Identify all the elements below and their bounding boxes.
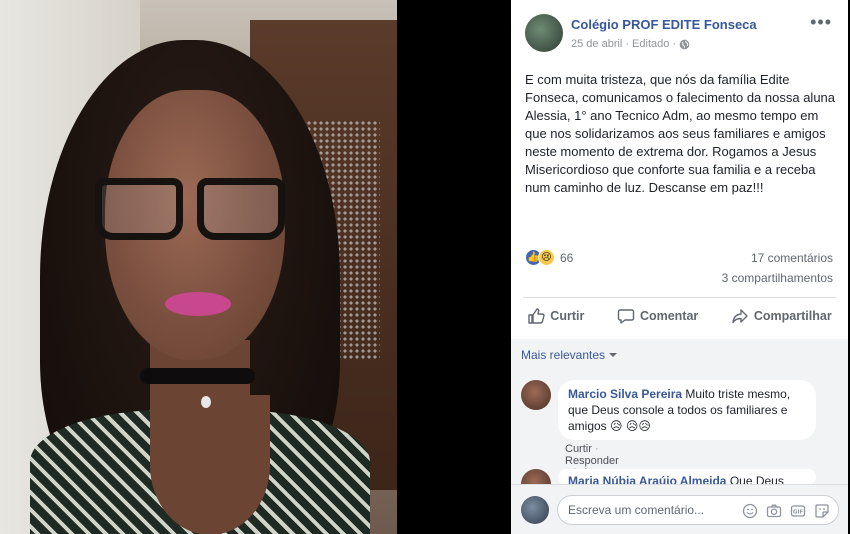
composer-icons: GIF xyxy=(742,503,830,519)
post-meta: 25 de abril · Editado · xyxy=(571,38,690,50)
like-button-label: Curtir xyxy=(550,309,585,323)
meta-separator: · xyxy=(625,38,630,50)
globe-icon[interactable] xyxy=(679,39,690,50)
edited-label[interactable]: Editado xyxy=(632,38,669,50)
svg-text:GIF: GIF xyxy=(793,510,804,516)
comment-bubble: Marcio Silva Pereira Muito triste mesmo,… xyxy=(558,380,816,440)
comment-item: Maria Núbia Araújo Almeida Que Deus xyxy=(521,469,831,485)
meta-separator-2: · xyxy=(672,38,677,50)
share-button[interactable]: Compartilhar xyxy=(731,307,832,325)
reactions-summary[interactable]: 👍 😢 66 xyxy=(525,249,573,266)
like-button[interactable]: Curtir xyxy=(527,307,584,325)
post-date[interactable]: 25 de abril xyxy=(571,38,622,50)
photo-glasses xyxy=(95,178,285,242)
photo-choker xyxy=(140,368,255,384)
gif-icon[interactable]: GIF xyxy=(790,503,806,519)
photo-pendant xyxy=(201,396,211,408)
commenter-avatar[interactable] xyxy=(521,469,551,485)
thumbs-up-icon xyxy=(528,308,545,324)
comment-button-label: Comentar xyxy=(639,309,699,323)
sad-reaction-icon: 😢 xyxy=(538,249,555,266)
comment-composer: Escreva um comentário... GIF xyxy=(511,484,848,534)
user-avatar[interactable] xyxy=(521,496,549,524)
comment-bubble: Maria Núbia Araújo Almeida Que Deus xyxy=(558,469,816,485)
share-button-label: Compartilhar xyxy=(753,309,832,323)
comment-reply-link[interactable]: Responder xyxy=(565,455,619,467)
chevron-down-icon xyxy=(609,353,618,357)
reactions-count[interactable]: 66 xyxy=(560,251,573,265)
more-options-icon[interactable]: ••• xyxy=(810,13,832,31)
page-avatar[interactable] xyxy=(525,14,563,52)
post-body-text: E com muita tristeza, que nós da família… xyxy=(525,72,836,195)
commenter-avatar[interactable] xyxy=(521,380,551,410)
comments-count-link[interactable]: 17 comentários xyxy=(751,251,833,265)
comment-sort-label: Mais relevantes xyxy=(521,348,606,362)
camera-icon[interactable] xyxy=(766,503,782,519)
comment-like-link[interactable]: Curtir xyxy=(565,443,592,455)
comment-author-link[interactable]: Marcio Silva Pereira xyxy=(568,387,682,401)
shares-count-link[interactable]: 3 compartilhamentos xyxy=(722,271,833,285)
sticker-icon[interactable] xyxy=(814,503,830,519)
page-name-link[interactable]: Colégio PROF EDITE Fonseca xyxy=(571,17,757,32)
post-photo[interactable] xyxy=(0,0,397,534)
share-arrow-icon xyxy=(732,309,748,324)
comment-icon xyxy=(617,309,635,324)
emoji-icon[interactable] xyxy=(742,503,758,519)
photo-lips xyxy=(165,292,231,316)
photo-chest xyxy=(150,395,270,534)
post-actions-bar: Curtir Comentar Compartilhar xyxy=(511,297,848,335)
comment-button[interactable]: Comentar xyxy=(617,307,698,325)
comment-sort-dropdown[interactable]: Mais relevantes xyxy=(521,348,618,362)
post-header: Colégio PROF EDITE Fonseca 25 de abril ·… xyxy=(511,0,848,64)
post-panel: Colégio PROF EDITE Fonseca 25 de abril ·… xyxy=(511,0,848,534)
